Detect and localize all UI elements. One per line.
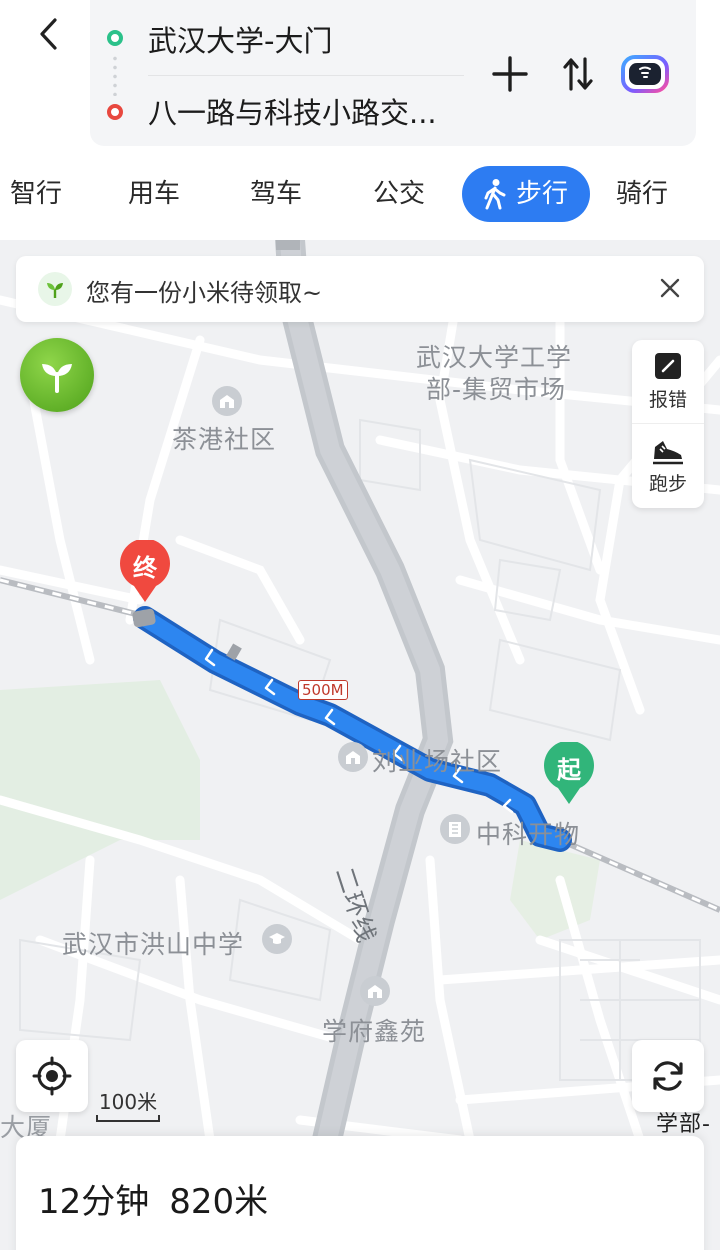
- close-icon: [660, 278, 680, 298]
- field-divider: [148, 75, 464, 76]
- start-marker-pin[interactable]: 起: [542, 740, 596, 806]
- refresh-icon: [653, 1061, 683, 1091]
- tab-car-hailing[interactable]: 用车: [128, 166, 180, 222]
- tab-walk-label: 步行: [516, 179, 569, 209]
- tab-transit[interactable]: 公交: [373, 166, 425, 222]
- building-poi-icon[interactable]: [338, 742, 368, 772]
- scale-bar: [96, 1115, 160, 1122]
- tab-smart[interactable]: 智行: [0, 166, 62, 222]
- walk-distance: 820米: [169, 1182, 269, 1222]
- crosshair-icon: [32, 1056, 72, 1096]
- tab-walk[interactable]: 步行: [462, 166, 591, 222]
- poi-label[interactable]: 中科开物: [476, 815, 580, 851]
- distance-marker: 500M: [298, 680, 348, 700]
- promo-banner[interactable]: 您有一份小米待领取~: [16, 256, 704, 322]
- school-poi-icon[interactable]: [262, 924, 292, 954]
- plus-icon: [492, 56, 528, 92]
- tab-cycle[interactable]: 骑行: [616, 166, 668, 222]
- walking-person-icon: [484, 179, 506, 210]
- edit-report-icon: [655, 353, 681, 379]
- route-connector: [113, 54, 117, 96]
- swap-icon: [563, 57, 593, 91]
- voice-assistant-icon: [621, 55, 669, 93]
- sprout-icon: [38, 272, 72, 306]
- end-location-field[interactable]: 八一路与科技小路交...: [148, 90, 468, 132]
- sprout-icon: [42, 364, 72, 393]
- transport-mode-tabs: 智行 用车 驾车 公交 步行 骑行: [0, 166, 720, 222]
- running-mode-button[interactable]: 跑步: [632, 424, 704, 508]
- map-scale: 100米: [96, 1086, 160, 1122]
- report-error-button[interactable]: 报错: [632, 340, 704, 424]
- scale-label: 100米: [98, 1090, 158, 1114]
- start-location-field[interactable]: 武汉大学-大门: [148, 18, 332, 60]
- start-marker-label: 起: [557, 756, 581, 784]
- end-marker-pin[interactable]: 终: [118, 538, 172, 604]
- building-poi-icon[interactable]: [212, 386, 242, 416]
- report-error-label: 报错: [648, 389, 687, 411]
- end-point-dot: [107, 104, 123, 120]
- close-banner-button[interactable]: [652, 270, 688, 306]
- end-marker-label: 终: [133, 554, 157, 582]
- voice-assistant-button[interactable]: [620, 52, 670, 96]
- poi-label[interactable]: 茶港社区: [172, 420, 276, 456]
- poi-label[interactable]: 刘业场社区: [372, 742, 502, 778]
- refresh-route-button[interactable]: [632, 1040, 704, 1112]
- map-view[interactable]: 武汉大学工学 部-集贸市场 茶港社区 刘业场社区 中科开物 武汉市洪山中学 学府…: [0, 240, 720, 1250]
- route-header: 武汉大学-大门 八一路与科技小路交... 智行 用车 驾车 公交 步行 骑行: [0, 0, 720, 240]
- poi-label[interactable]: 学府鑫苑: [322, 1012, 426, 1048]
- back-button[interactable]: [28, 14, 68, 54]
- walk-duration: 12分钟: [38, 1182, 150, 1222]
- office-poi-icon[interactable]: [440, 814, 470, 844]
- tab-drive[interactable]: 驾车: [250, 166, 302, 222]
- promo-text: 您有一份小米待领取~: [86, 279, 323, 307]
- swap-route-button[interactable]: [556, 52, 600, 96]
- route-summary: 12分钟 820米: [38, 1174, 268, 1223]
- poi-label[interactable]: 部-集贸市场: [426, 370, 566, 406]
- sprout-reward-button[interactable]: [20, 338, 94, 412]
- running-mode-label: 跑步: [648, 472, 687, 495]
- route-input-card: 武汉大学-大门 八一路与科技小路交...: [90, 0, 696, 146]
- locate-me-button[interactable]: [16, 1040, 88, 1112]
- poi-label[interactable]: 武汉大学工学: [416, 338, 572, 374]
- chevron-left-icon: [40, 18, 57, 50]
- add-waypoint-button[interactable]: [488, 52, 532, 96]
- start-point-dot: [107, 30, 123, 46]
- map-side-toolbar: 报错 跑步: [632, 340, 704, 508]
- route-summary-sheet[interactable]: 12分钟 820米: [16, 1136, 704, 1250]
- shoe-icon: [653, 440, 683, 464]
- poi-label[interactable]: 武汉市洪山中学: [62, 925, 244, 961]
- building-poi-icon[interactable]: [360, 976, 390, 1006]
